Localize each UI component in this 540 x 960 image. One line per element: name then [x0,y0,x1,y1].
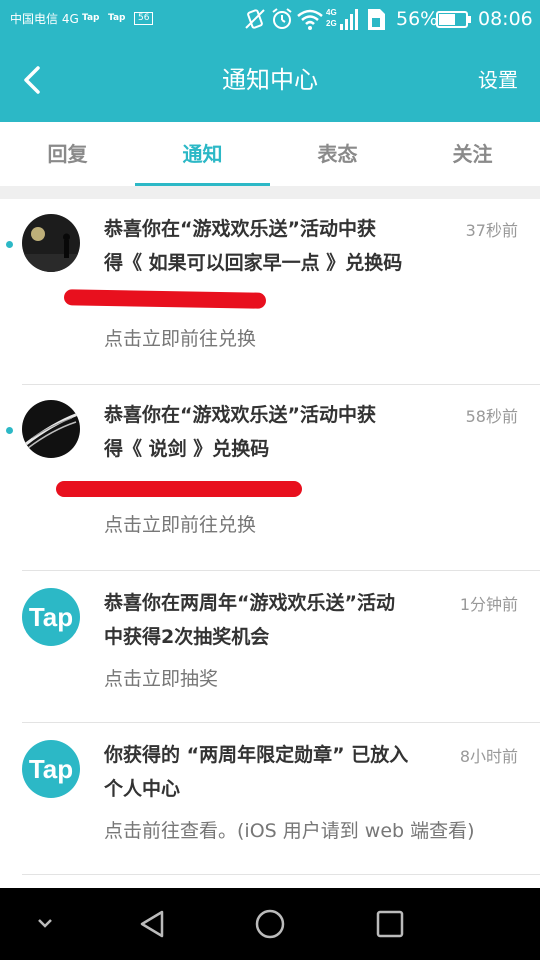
tab-bar: 回复 通知 表态 关注 [0,122,540,186]
system-nav-bar [0,888,540,960]
night-scene-avatar[interactable] [22,214,80,272]
notification-item[interactable]: 恭喜你在“游戏欢乐送”活动中获 得《 说剑 》兑换码 58秒前 点击立即前往兑换 [0,385,540,571]
page-title: 通知中心 [222,66,318,94]
notification-item[interactable]: Tap 恭喜你在两周年“游戏欢乐送”活动 中获得2次抽奖机会 1分钟前 点击立即… [0,571,540,723]
tap-avatar[interactable]: Tap [22,588,80,646]
tab-replies[interactable]: 回复 [0,122,135,186]
notification-time: 58秒前 [465,407,518,426]
tab-separator [0,186,540,199]
tap-notification-icon-2: Tap [108,13,126,23]
unread-dot [6,241,13,248]
hide-keyboard-icon[interactable] [30,888,60,960]
tab-notifications[interactable]: 通知 [135,122,270,186]
notification-title: 恭喜你在两周年“游戏欢乐送”活动 中获得2次抽奖机会 [104,586,444,654]
settings-button[interactable]: 设置 [478,65,518,95]
recents-nav-icon[interactable] [370,888,410,960]
svg-text:2G: 2G [326,19,337,28]
back-nav-icon[interactable] [132,888,172,960]
app-header: 通知中心 设置 [0,38,540,122]
notification-action-link[interactable]: 点击立即前往兑换 [104,325,256,353]
title-line-1: 恭喜你在两周年“游戏欢乐送”活动 [104,592,395,614]
battery-icon [436,11,471,28]
notification-item[interactable]: 恭喜你在“游戏欢乐送”活动中获 得《 如果可以回家早一点 》兑换码 37秒前 点… [0,199,540,385]
status-bar: 中国电信 4G Tap Tap 56 4G 2G 56% 08:06 [0,0,540,38]
night-scene-image [22,214,80,272]
item-divider [22,874,540,875]
wifi-icon [297,9,323,30]
tab-reactions[interactable]: 表态 [270,122,405,186]
sword-avatar[interactable] [22,400,80,458]
back-arrow-icon[interactable] [18,62,50,98]
sword-image [22,400,80,458]
cellular-signal-icon: 4G 2G [326,8,358,30]
carrier-label: 中国电信 4G [10,12,79,26]
vibrate-icon [245,9,265,29]
title-line-2: 中获得2次抽奖机会 [104,626,270,648]
notification-action-link[interactable]: 点击立即前往兑换 [104,511,256,539]
home-nav-icon[interactable] [250,888,290,960]
notification-action-link[interactable]: 点击前往查看。(iOS 用户请到 web 端查看) [104,817,475,845]
sim-card-icon [368,9,385,30]
tap-notification-icon: Tap [82,13,100,23]
battery-percent: 56% [396,8,439,30]
notification-item[interactable]: Tap 你获得的 “两周年限定勋章” 已放入 个人中心 8小时前 点击前往查看。… [0,723,540,875]
redaction-mark [56,481,302,497]
alarm-icon [272,8,292,29]
notification-title: 恭喜你在“游戏欢乐送”活动中获 得《 如果可以回家早一点 》兑换码 [104,212,444,280]
clock: 08:06 [478,8,533,30]
svg-text:4G: 4G [326,8,337,17]
title-line-2: 个人中心 [104,778,181,800]
redaction-mark [63,289,267,309]
notification-action-link[interactable]: 点击立即抽奖 [104,665,218,693]
title-line-2: 得《 如果可以回家早一点 》兑换码 [104,252,403,274]
notification-list: 恭喜你在“游戏欢乐送”活动中获 得《 如果可以回家早一点 》兑换码 37秒前 点… [0,199,540,875]
notification-time: 37秒前 [465,221,518,240]
notification-count-icon: 56 [134,12,154,25]
notification-title: 你获得的 “两周年限定勋章” 已放入 个人中心 [104,738,444,806]
title-line-2: 得《 说剑 》兑换码 [104,438,270,460]
notification-title: 恭喜你在“游戏欢乐送”活动中获 得《 说剑 》兑换码 [104,398,444,466]
title-line-1: 你获得的 “两周年限定勋章” 已放入 [104,744,409,766]
unread-dot [6,427,13,434]
title-line-1: 恭喜你在“游戏欢乐送”活动中获 [104,218,376,240]
title-line-1: 恭喜你在“游戏欢乐送”活动中获 [104,404,376,426]
tab-follows[interactable]: 关注 [405,122,540,186]
notification-time: 8小时前 [459,747,518,766]
notification-time: 1分钟前 [459,595,518,614]
tap-avatar[interactable]: Tap [22,740,80,798]
